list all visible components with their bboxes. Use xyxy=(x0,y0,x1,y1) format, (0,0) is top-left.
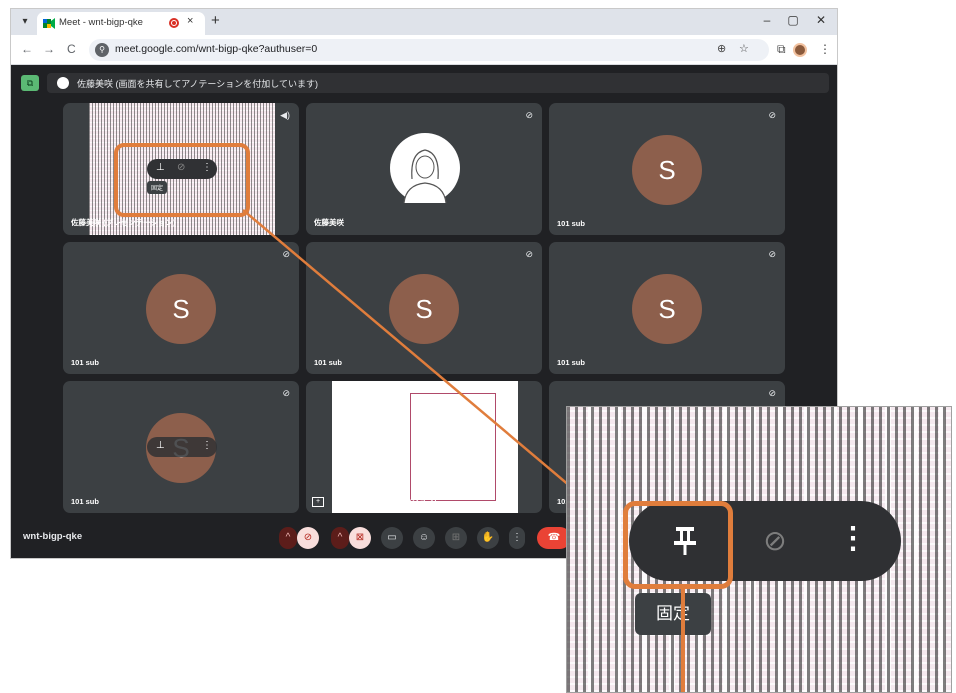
zoom-pointer-line xyxy=(681,589,685,692)
bookmark-star-icon[interactable]: ☆ xyxy=(739,42,749,55)
meeting-code: wnt-bigp-qke xyxy=(23,531,83,542)
participant-tile[interactable]: S ⊘ 101 sub xyxy=(63,242,299,374)
audio-options-button[interactable]: ^ xyxy=(279,527,297,549)
participant-name: 101 sub xyxy=(314,358,342,367)
emoji-button[interactable]: ☺ xyxy=(413,527,435,549)
mic-off-icon: ⊘ xyxy=(525,249,533,259)
participant-name: 佐藤美咲 xyxy=(314,218,344,227)
presentation-icon: + xyxy=(312,497,324,507)
tab-title: Meet - wnt-bigp-qke xyxy=(59,17,143,28)
participant-tile[interactable]: S ⊘ 101 sub xyxy=(549,242,785,374)
forward-button[interactable]: → xyxy=(43,42,55,56)
maximize-button[interactable]: ▢ xyxy=(785,13,801,27)
extensions-icon[interactable]: ⧉ xyxy=(777,42,786,57)
tab-meet[interactable]: Meet - wnt-bigp-qke × xyxy=(37,12,205,35)
pin-icon[interactable]: ⊥ xyxy=(156,440,165,451)
video-options-button[interactable]: ^ xyxy=(331,527,349,549)
participant-name: 101 sub xyxy=(557,219,585,228)
back-button[interactable]: ← xyxy=(21,42,33,56)
tab-search-icon[interactable]: ▾ xyxy=(17,14,33,30)
raise-hand-button[interactable]: ✋ xyxy=(477,527,499,549)
address-bar[interactable]: ⚲ meet.google.com/wnt-bigp-qke?authuser=… xyxy=(89,39,769,61)
tab-close-button[interactable]: × xyxy=(187,15,193,27)
address-bar-row: ← → C ⚲ meet.google.com/wnt-bigp-qke?aut… xyxy=(11,35,837,65)
site-info-icon[interactable]: ⚲ xyxy=(95,43,109,57)
participant-photo xyxy=(390,133,460,203)
mic-off-icon: ⊘ xyxy=(768,388,776,398)
participant-avatar: S xyxy=(632,274,702,344)
more-options-button[interactable]: ⋮ xyxy=(509,527,525,549)
shared-document xyxy=(332,381,518,513)
zoom-highlight-box xyxy=(623,501,733,589)
participant-name: 佐藤美咲 (プレゼンテーション) xyxy=(332,496,437,505)
new-tab-button[interactable]: + xyxy=(211,12,220,29)
mic-off-icon: ⊘ xyxy=(282,249,290,259)
mic-off-icon: ⊘ xyxy=(768,249,776,259)
zoom-icon[interactable]: ⊕ xyxy=(717,42,726,55)
meet-logo-icon xyxy=(43,18,55,29)
captions-button[interactable]: ▭ xyxy=(381,527,403,549)
tile-hover-controls: ⊥ ⋮ xyxy=(147,437,217,457)
presenting-banner: 佐藤美咲 (画面を共有してアノテーションを付加しています) xyxy=(47,73,829,93)
mic-off-icon: ⊘ xyxy=(282,388,290,398)
participant-name: 101 sub xyxy=(71,497,99,506)
camera-off-icon[interactable]: ⊘ xyxy=(747,513,803,569)
url-text[interactable]: meet.google.com/wnt-bigp-qke?authuser=0 xyxy=(115,43,317,55)
minimize-button[interactable]: – xyxy=(759,13,775,27)
presenter-indicator xyxy=(57,77,69,89)
document-frame xyxy=(410,393,496,501)
participant-name: 101 sub xyxy=(557,358,585,367)
browser-menu-icon[interactable]: ⋮ xyxy=(819,42,831,56)
mic-off-button[interactable]: ⊘ xyxy=(297,527,319,549)
participant-name: 101 sub xyxy=(71,358,99,367)
present-button[interactable]: ⊞ xyxy=(445,527,467,549)
close-window-button[interactable]: ✕ xyxy=(813,13,829,27)
banner-text: 佐藤美咲 (画面を共有してアノテーションを付加しています) xyxy=(77,79,318,89)
participant-tile[interactable]: S ⊘ 101 sub xyxy=(549,103,785,235)
mic-off-icon: ⊘ xyxy=(768,110,776,120)
tab-bar: ▾ Meet - wnt-bigp-qke × + – ▢ ✕ xyxy=(11,9,837,35)
participant-tile[interactable]: 佐藤美咲 (プレゼンテーション) + xyxy=(306,381,542,513)
participant-name: 佐藤美咲 (プレゼンテーション) xyxy=(71,218,176,227)
highlight-box xyxy=(114,143,250,217)
recording-icon xyxy=(169,18,179,28)
more-options-icon[interactable]: ⋮ xyxy=(825,513,881,569)
present-screen-icon[interactable]: ⧉ xyxy=(21,75,39,91)
mic-off-icon: ⊘ xyxy=(525,110,533,120)
participant-tile[interactable]: ⊘ 佐藤美咲 xyxy=(306,103,542,235)
zoom-inset: ⊘ ⋮ 固定 xyxy=(566,406,952,693)
pin-tooltip: 固定 xyxy=(635,593,711,635)
participant-avatar: S xyxy=(389,274,459,344)
participant-avatar: S xyxy=(146,274,216,344)
participant-tile[interactable]: S ⊘ 101 sub xyxy=(306,242,542,374)
more-options-icon[interactable]: ⋮ xyxy=(202,440,212,451)
audio-level-icon: ◀) xyxy=(280,110,290,120)
participant-avatar: S xyxy=(632,135,702,205)
participant-tile[interactable]: S ⊥ ⋮ ⊘ 101 sub xyxy=(63,381,299,513)
profile-avatar[interactable] xyxy=(793,43,807,57)
reload-button[interactable]: C xyxy=(67,42,76,56)
camera-off-button[interactable]: ⊠ xyxy=(349,527,371,549)
